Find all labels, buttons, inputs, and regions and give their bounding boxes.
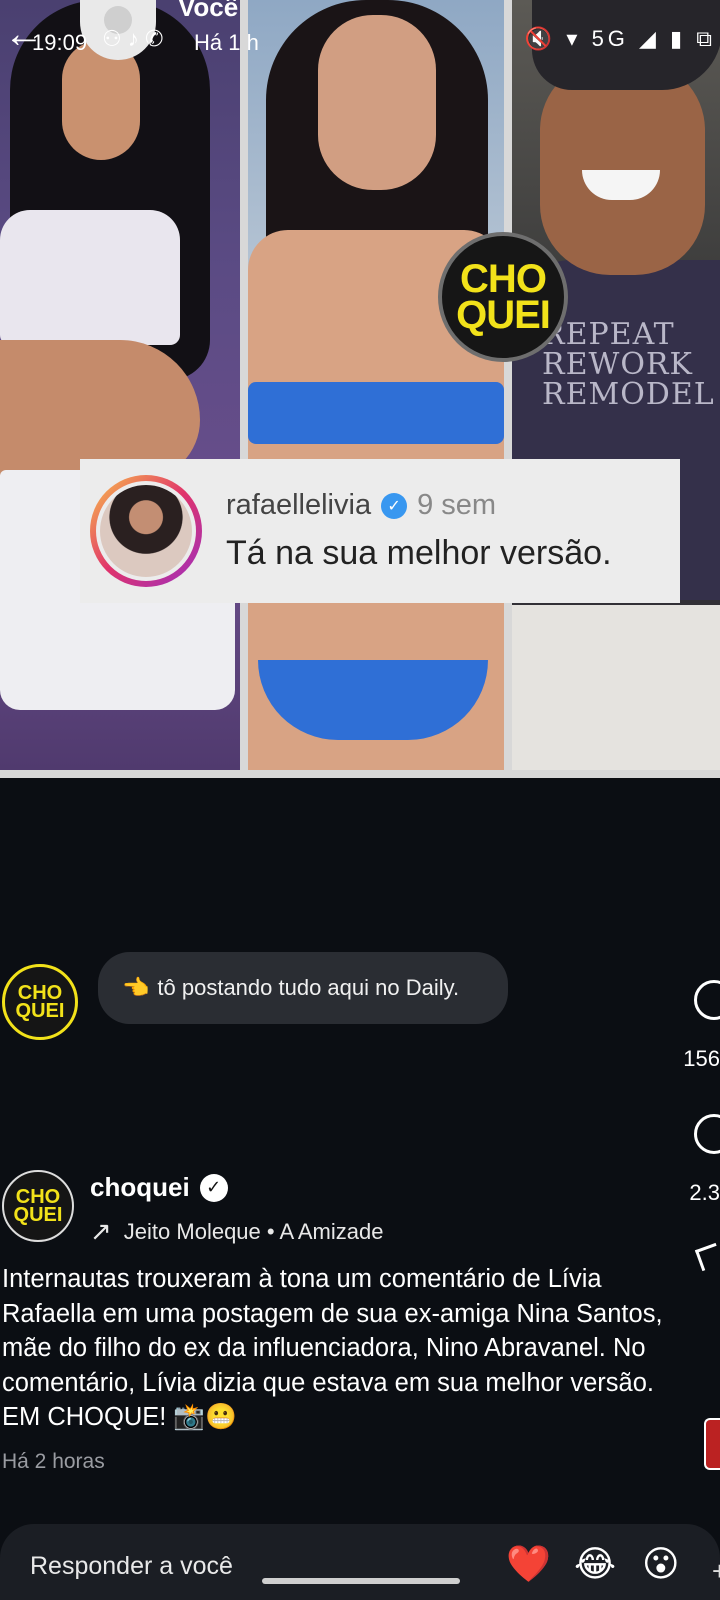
commenter-avatar — [90, 475, 202, 587]
photo-left — [0, 0, 240, 770]
post-time: Há 2 horas — [2, 1450, 105, 1473]
comment-count: 2.3 — [689, 1180, 720, 1205]
story-media[interactable]: REPEAT REWORK REMODEL CHO QUEI rafaellel… — [0, 0, 720, 778]
like-count: 156 — [683, 1046, 720, 1071]
more-reactions-icon[interactable]: + — [712, 1556, 720, 1587]
story-owner-name[interactable]: Você — [178, 0, 238, 23]
comment-time: 9 sem — [417, 489, 497, 521]
share-send-icon[interactable] — [694, 1242, 720, 1272]
like-heart-icon[interactable] — [694, 980, 720, 1020]
trending-arrow-icon: ↗ — [90, 1216, 112, 1246]
system-status-icons: 🔇 ▾ 5G ◢ ▮ ⧉ — [524, 26, 716, 51]
pointing-hand-icon: 👈 — [122, 975, 150, 1000]
home-indicator[interactable] — [262, 1578, 460, 1584]
post-caption: Internautas trouxeram à tona um comentár… — [2, 1265, 663, 1431]
notification-icons: ⚇ ♪ ✆ — [102, 26, 164, 51]
reaction-laugh-icon[interactable]: 😂 — [574, 1544, 616, 1584]
shirt-print: REPEAT REWORK REMODEL — [542, 317, 715, 412]
music-title: Jeito Moleque • A Amizade — [123, 1218, 384, 1244]
note-bubble[interactable]: 👈 tô postando tudo aqui no Daily. — [98, 952, 508, 1024]
comment-screenshot: rafaellelivia ✓ 9 sem Tá na sua melhor v… — [80, 459, 680, 603]
comment-bubble-icon[interactable] — [694, 1114, 720, 1154]
post-author[interactable]: choquei ✓ — [90, 1172, 228, 1203]
post-author-avatar[interactable]: CHO QUEI — [2, 1170, 74, 1242]
note-text: tô postando tudo aqui no Daily. — [157, 975, 460, 1000]
music-album-thumb[interactable] — [704, 1418, 720, 1470]
verified-icon: ✓ — [199, 1173, 228, 1202]
status-clock: 19:09 — [32, 30, 88, 55]
verified-icon: ✓ — [381, 492, 408, 519]
commenter-username: rafaellelivia — [226, 489, 372, 521]
comment-text: Tá na sua melhor versão. — [226, 534, 612, 572]
post-music[interactable]: ↗ Jeito Moleque • A Amizade — [90, 1216, 390, 1247]
photo-center — [248, 0, 504, 770]
reaction-wow-icon[interactable]: 😮 — [642, 1544, 680, 1584]
story-age: Há 1 h — [194, 30, 259, 55]
reaction-heart-icon[interactable]: ❤️ — [506, 1544, 551, 1584]
choquei-logo-badge: CHO QUEI — [438, 232, 568, 362]
photo-right: REPEAT REWORK REMODEL — [512, 0, 720, 770]
post-username[interactable]: choquei — [90, 1172, 190, 1203]
note-avatar[interactable]: CHO QUEI — [2, 964, 78, 1040]
story-header: Você ← 19:09 ⚇ ♪ ✆ Há 1 h 🔇 ▾ 5G ◢ ▮ ⧉ — [0, 0, 720, 80]
reply-input[interactable] — [30, 1552, 470, 1581]
